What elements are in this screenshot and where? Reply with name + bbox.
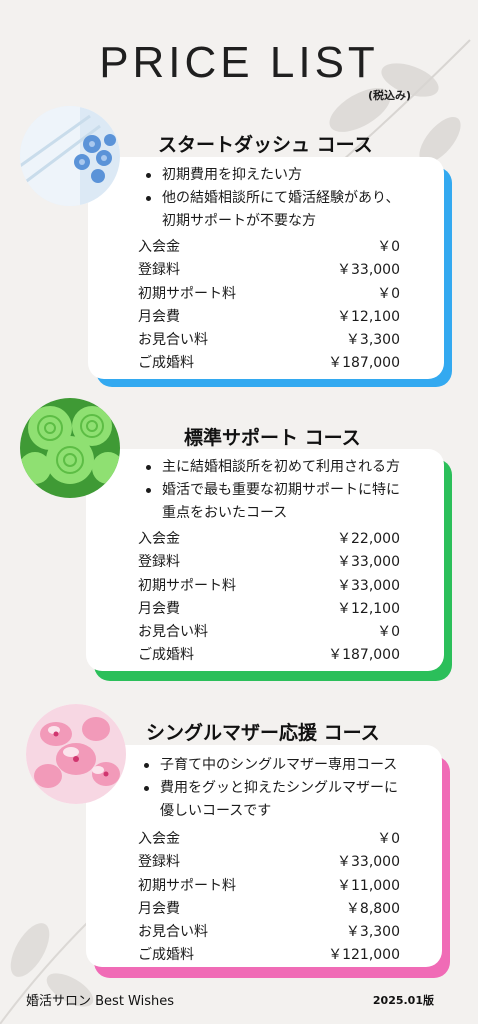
fee-row: お見合い料 ￥3,300	[138, 332, 400, 349]
fee-row: 月会費 ￥12,100	[138, 600, 400, 617]
fee-table: 入会金 ￥0 登録料 ￥33,000 初期サポート料 ￥0 月会費 ￥12,100 お見…	[138, 236, 400, 376]
fee-row: お見合い料 ￥0	[138, 624, 400, 641]
tax-note: (税込み)	[368, 89, 412, 102]
page-title: PRICE LIST	[99, 38, 379, 87]
bullet-item: 婚活で最も重要な初期サポートに特に	[142, 479, 442, 502]
course-title: シングルマザー応援 コース	[146, 722, 380, 744]
fee-row: 入会金 ￥0	[138, 239, 400, 255]
course-bullets: 子育て中のシングルマザー専用コース 費用をグッと抑えたシングルマザーに 優しいコ…	[140, 754, 440, 823]
fee-row: 初期サポート料 ￥11,000	[138, 877, 400, 894]
bullet-item: 他の結婚相談所にて婚活経験があり、	[142, 187, 432, 210]
bullet-item: 費用をグッと抑えたシングルマザーに	[140, 777, 440, 800]
fee-row: 登録料 ￥33,000	[138, 262, 400, 279]
course-title: 標準サポート コース	[184, 427, 361, 449]
fee-table: 入会金 ￥0 登録料 ￥33,000 初期サポート料 ￥11,000 月会費 ￥8,80…	[138, 828, 400, 968]
fee-row: ご成婚料 ￥187,000	[138, 355, 400, 372]
fee-row: ご成婚料 ￥187,000	[138, 647, 400, 664]
bullet-item-continuation: 重点をおいたコース	[162, 505, 288, 521]
fee-row: 初期サポート料 ￥33,000	[138, 577, 400, 594]
fee-table: 入会金 ￥22,000 登録料 ￥33,000 初期サポート料 ￥33,000 月会費…	[138, 528, 400, 668]
fee-row: 入会金 ￥22,000	[138, 531, 400, 547]
bullet-item: 主に結婚相談所を初めて利用される方	[142, 456, 442, 479]
fee-row: 初期サポート料 ￥0	[138, 285, 400, 302]
bullet-item: 子育て中のシングルマザー専用コース	[140, 754, 440, 777]
green-roses-photo	[20, 398, 120, 498]
blue-flowers-photo	[20, 106, 120, 206]
fee-row: 入会金 ￥0	[138, 831, 400, 847]
footer-brand: 婚活サロン Best Wishes	[26, 994, 175, 1009]
fee-row: 登録料 ￥33,000	[138, 854, 400, 871]
bullet-item-continuation: 初期サポートが不要な方	[162, 213, 316, 229]
course-bullets: 主に結婚相談所を初めて利用される方 婚活で最も重要な初期サポートに特に 重点をお…	[142, 456, 442, 525]
fee-row: 月会費 ￥12,100	[138, 308, 400, 325]
fee-row: お見合い料 ￥3,300	[138, 924, 400, 941]
footer-edition: 2025.01版	[372, 994, 434, 1007]
bullet-item: 初期費用を抑えたい方	[142, 164, 432, 187]
bullet-item-continuation: 優しいコースです	[160, 803, 272, 819]
fee-row: 登録料 ￥33,000	[138, 554, 400, 571]
pink-flowers-photo	[26, 704, 126, 804]
fee-row: ご成婚料 ￥121,000	[138, 947, 400, 964]
course-bullets: 初期費用を抑えたい方 他の結婚相談所にて婚活経験があり、 初期サポートが不要な方	[142, 164, 432, 233]
fee-row: 月会費 ￥8,800	[138, 900, 400, 917]
course-title: スタートダッシュ コース	[158, 134, 373, 156]
